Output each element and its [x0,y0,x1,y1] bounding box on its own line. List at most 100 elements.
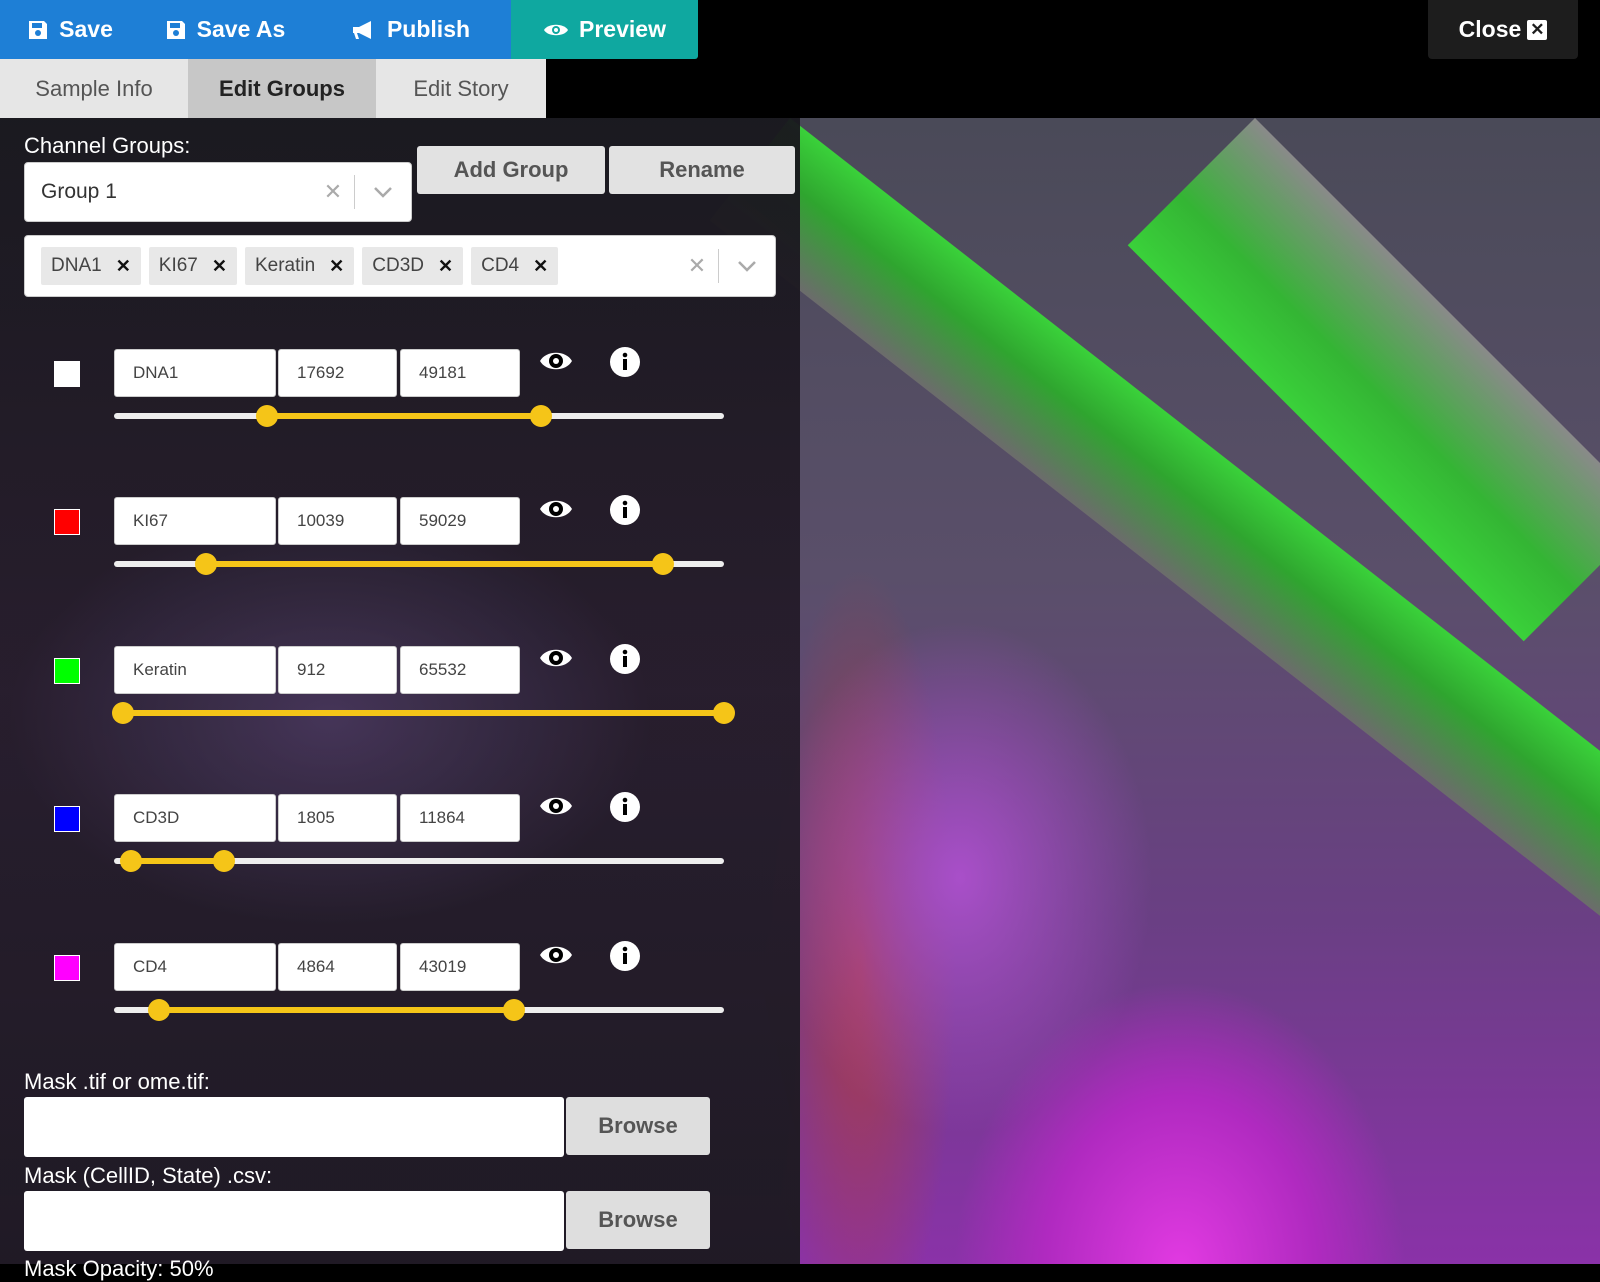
mask-csv-label: Mask (CellID, State) .csv: [24,1163,273,1188]
preview-button[interactable]: Preview [511,0,698,59]
remove-icon[interactable]: ✕ [212,256,227,277]
tab-edit-groups[interactable]: Edit Groups [188,59,376,118]
slider-handle-low[interactable] [111,702,134,724]
channel-max: 43019 [419,957,467,976]
info-icon[interactable] [609,643,641,675]
channel-max-field[interactable]: 65532 [400,646,520,694]
range-fill [131,858,224,864]
channel-row: CD4 4864 43019 [0,940,800,1063]
add-group-button[interactable]: Add Group [417,146,605,194]
channel-max-field[interactable]: 43019 [400,943,520,991]
chip-ki67[interactable]: KI67 ✕ [148,247,237,285]
slider-handle-high[interactable] [713,702,735,724]
remove-icon[interactable]: ✕ [438,256,453,277]
chevron-down-icon[interactable] [355,186,411,198]
channel-min-field[interactable]: 10039 [278,497,397,545]
chip-cd3d[interactable]: CD3D ✕ [362,247,464,285]
slider-handle-high[interactable] [212,850,235,872]
slider-handle-high[interactable] [652,553,674,575]
chip-label: KI67 [158,255,198,276]
publish-label: Publish [386,16,471,42]
close-label: Close [1458,16,1522,42]
channel-min-field[interactable]: 4864 [278,943,397,991]
publish-button[interactable]: Publish [310,0,511,59]
slider-handle-low[interactable] [120,850,143,872]
slider-handle-low[interactable] [194,553,217,575]
clear-icon[interactable]: ✕ [676,253,718,279]
channel-max: 65532 [419,660,467,679]
preview-label: Preview [579,16,666,42]
save-label: Save [59,16,113,42]
mask-tif-input[interactable] [24,1097,564,1157]
browse-tif-button[interactable]: Browse [566,1097,710,1155]
channel-name-field[interactable]: CD4 [114,943,276,991]
channel-max-field[interactable]: 49181 [400,349,520,397]
channel-max: 49181 [419,363,467,382]
range-fill [159,1007,515,1013]
info-icon[interactable] [609,494,641,526]
chevron-down-icon[interactable] [719,260,775,272]
channel-min-field[interactable]: 912 [278,646,397,694]
browse-csv-button[interactable]: Browse [566,1191,710,1249]
channel-min-field[interactable]: 1805 [278,794,397,842]
channel-min-field[interactable]: 17692 [278,349,397,397]
remove-icon[interactable]: ✕ [116,256,131,277]
clear-icon[interactable]: ✕ [312,179,354,205]
channel-max: 11864 [419,808,466,827]
chip-dna1[interactable]: DNA1 ✕ [41,247,141,285]
channel-min: 10039 [297,511,345,530]
channel-name: DNA1 [133,363,179,382]
color-swatch[interactable] [54,658,80,684]
save-button[interactable]: Save [0,0,140,59]
info-icon[interactable] [609,940,641,972]
visibility-eye-icon[interactable] [538,644,574,672]
range-slider[interactable] [114,999,724,1021]
channel-name-field[interactable]: KI67 [114,497,276,545]
channel-name-field[interactable]: DNA1 [114,349,276,397]
slider-handle-low[interactable] [255,405,278,427]
slider-handle-low[interactable] [148,999,171,1021]
channel-row: Keratin 912 65532 [0,643,800,766]
channel-max-field[interactable]: 11864 [400,794,520,842]
chip-keratin[interactable]: Keratin ✕ [244,247,355,285]
channel-name-field[interactable]: Keratin [114,646,276,694]
group-select[interactable]: Group 1 ✕ [24,162,412,222]
close-button[interactable]: Close ✕ [1428,0,1578,59]
chip-label: CD3D [372,255,424,276]
slider-handle-high[interactable] [530,405,552,427]
visibility-eye-icon[interactable] [538,347,574,375]
save-as-button[interactable]: Save As [140,0,310,59]
channel-name: CD3D [133,808,180,827]
rename-button[interactable]: Rename [609,146,795,194]
range-slider[interactable] [114,850,724,872]
visibility-eye-icon[interactable] [538,941,574,969]
tab-bar: Sample Info Edit Groups Edit Story [0,59,546,118]
megaphone-icon [352,20,371,39]
range-slider[interactable] [111,702,735,724]
info-icon[interactable] [609,346,641,378]
slider-handle-high[interactable] [503,999,526,1021]
range-slider[interactable] [114,553,724,575]
channel-name: KI67 [133,511,168,530]
channel-name-field[interactable]: CD3D [114,794,276,842]
remove-icon[interactable]: ✕ [329,256,344,277]
info-icon[interactable] [609,791,641,823]
color-swatch[interactable] [54,509,80,535]
channel-multiselect[interactable]: DNA1 ✕ KI67 ✕ Keratin ✕ CD3D ✕ CD4 ✕ ✕ [24,235,776,297]
color-swatch[interactable] [54,806,80,832]
chip-label: CD4 [481,255,520,276]
tab-sample-info[interactable]: Sample Info [0,59,188,118]
visibility-eye-icon[interactable] [538,495,574,523]
range-fill [266,413,541,419]
range-slider[interactable] [114,405,724,427]
chip-cd4[interactable]: CD4 ✕ [471,247,559,285]
color-swatch[interactable] [54,955,80,981]
tab-edit-story[interactable]: Edit Story [376,59,546,118]
save-icon [166,20,185,39]
channel-min: 17692 [297,363,345,382]
visibility-eye-icon[interactable] [538,792,574,820]
remove-icon[interactable]: ✕ [533,256,548,277]
color-swatch[interactable] [54,361,80,387]
channel-max-field[interactable]: 59029 [400,497,520,545]
mask-csv-input[interactable] [24,1191,564,1251]
